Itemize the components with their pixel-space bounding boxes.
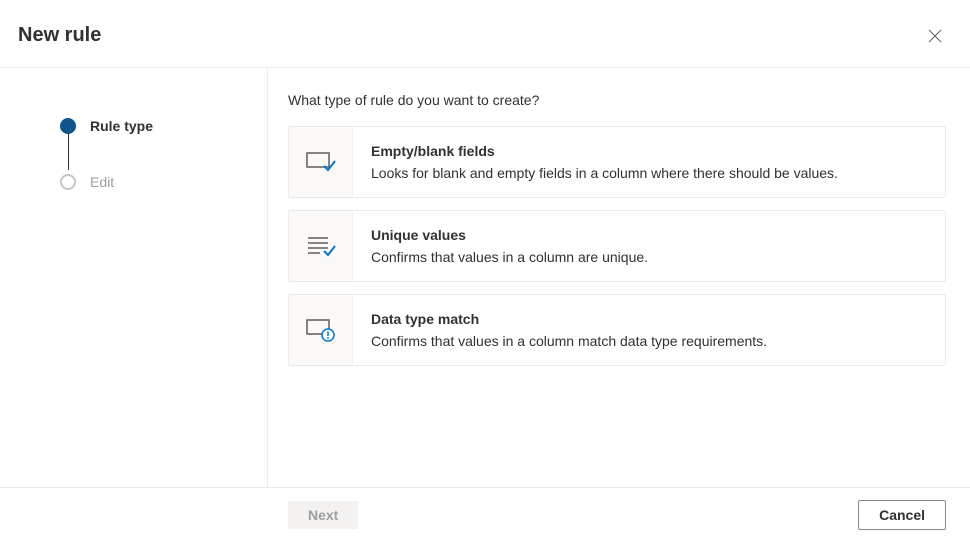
option-data-type-match[interactable]: Data type match Confirms that values in … xyxy=(288,294,946,366)
option-description: Looks for blank and empty fields in a co… xyxy=(371,165,838,181)
rectangle-alert-icon xyxy=(289,295,353,365)
option-unique-values[interactable]: Unique values Confirms that values in a … xyxy=(288,210,946,282)
option-text: Empty/blank fields Looks for blank and e… xyxy=(353,127,856,197)
dialog-footer: Next Cancel xyxy=(0,487,970,542)
step-indicator-inactive-icon xyxy=(60,174,76,190)
list-check-icon xyxy=(289,211,353,281)
option-title: Empty/blank fields xyxy=(371,143,838,159)
option-description: Confirms that values in a column are uni… xyxy=(371,249,648,265)
step-edit[interactable]: Edit xyxy=(60,170,267,194)
dialog-body: Rule type Edit What type of rule do you … xyxy=(0,68,970,487)
dialog-header: New rule xyxy=(0,0,970,68)
step-connector xyxy=(68,132,69,170)
close-icon xyxy=(928,29,942,43)
next-button[interactable]: Next xyxy=(288,501,358,529)
step-indicator-active-icon xyxy=(60,118,76,134)
step-sidebar: Rule type Edit xyxy=(0,68,268,487)
option-title: Data type match xyxy=(371,311,767,327)
dialog-title: New rule xyxy=(18,24,101,47)
step-label: Rule type xyxy=(90,118,153,134)
rule-type-question: What type of rule do you want to create? xyxy=(288,92,946,108)
step-label: Edit xyxy=(90,174,114,190)
option-text: Data type match Confirms that values in … xyxy=(353,295,785,365)
option-empty-blank-fields[interactable]: Empty/blank fields Looks for blank and e… xyxy=(288,126,946,198)
option-description: Confirms that values in a column match d… xyxy=(371,333,767,349)
main-content: What type of rule do you want to create?… xyxy=(268,68,970,487)
cancel-button[interactable]: Cancel xyxy=(858,500,946,530)
rectangle-check-icon xyxy=(289,127,353,197)
step-rule-type[interactable]: Rule type xyxy=(60,114,267,138)
option-title: Unique values xyxy=(371,227,648,243)
option-text: Unique values Confirms that values in a … xyxy=(353,211,666,281)
close-button[interactable] xyxy=(924,25,946,47)
